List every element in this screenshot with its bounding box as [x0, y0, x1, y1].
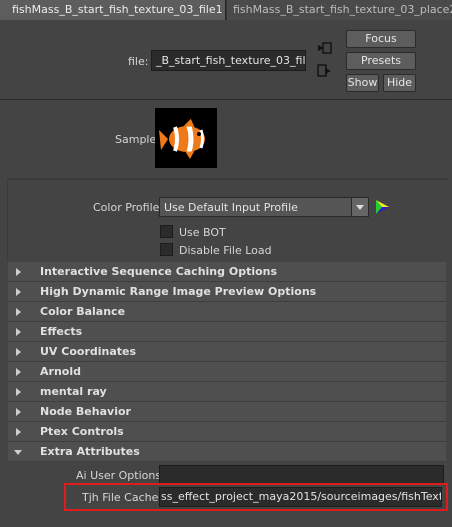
- file-label: file:: [128, 55, 149, 68]
- expand-arrow-icon: [16, 388, 21, 396]
- clownfish-image: [159, 117, 205, 161]
- section-color-balance[interactable]: Color Balance: [8, 302, 446, 322]
- tab-label: fishMass_B_start_fish_texture_03_file1: [12, 3, 223, 16]
- disable-file-load-label: Disable File Load: [179, 244, 272, 257]
- chevron-down-icon: [356, 205, 364, 210]
- expand-arrow-icon: [16, 288, 21, 296]
- section-label: Extra Attributes: [40, 445, 140, 458]
- input-connection-icon[interactable]: [317, 42, 332, 54]
- collapse-arrow-icon: [14, 450, 22, 455]
- section-label: Effects: [40, 325, 83, 338]
- use-bot-label: Use BOT: [179, 226, 226, 239]
- section-ptex-controls[interactable]: Ptex Controls: [8, 422, 446, 442]
- section-extra-attributes[interactable]: Extra Attributes: [8, 442, 446, 462]
- ai-user-options-field[interactable]: [159, 465, 444, 484]
- section-uv-coordinates[interactable]: UV Coordinates: [8, 342, 446, 362]
- tjh-file-cache-label: Tjh File Cache: [82, 491, 159, 504]
- section-arnold[interactable]: Arnold: [8, 362, 446, 382]
- expand-arrow-icon: [16, 428, 21, 436]
- section-mental-ray[interactable]: mental ray: [8, 382, 446, 402]
- section-node-behavior[interactable]: Node Behavior: [8, 402, 446, 422]
- ai-user-options-label: Ai User Options: [76, 469, 162, 482]
- expand-arrow-icon: [16, 368, 21, 376]
- section-interactive-sequence-caching[interactable]: Interactive Sequence Caching Options: [8, 262, 446, 282]
- color-profile-value: Use Default Input Profile: [164, 201, 298, 214]
- expand-arrow-icon: [16, 268, 21, 276]
- section-label: Ptex Controls: [40, 425, 124, 438]
- color-wheel-icon[interactable]: [373, 198, 391, 216]
- tab-place2d-node[interactable]: fishMass_B_start_fish_texture_03_place2d: [227, 0, 452, 20]
- sample-label: Sample: [115, 133, 157, 146]
- focus-button[interactable]: Focus: [346, 30, 416, 48]
- output-connection-icon[interactable]: [317, 64, 332, 78]
- tab-bar: fishMass_B_start_fish_texture_03_file1 f…: [0, 0, 452, 20]
- file-name-field[interactable]: _B_start_fish_texture_03_file1: [151, 50, 306, 71]
- section-label: Arnold: [40, 365, 81, 378]
- color-profile-dropdown[interactable]: Use Default Input Profile: [159, 197, 369, 217]
- section-hdr-preview[interactable]: High Dynamic Range Image Preview Options: [8, 282, 446, 302]
- expand-arrow-icon: [16, 308, 21, 316]
- hide-button[interactable]: Hide: [383, 74, 416, 92]
- section-effects[interactable]: Effects: [8, 322, 446, 342]
- dropdown-button[interactable]: [351, 198, 368, 216]
- tab-file-node[interactable]: fishMass_B_start_fish_texture_03_file1: [0, 0, 226, 20]
- section-label: High Dynamic Range Image Preview Options: [40, 285, 317, 298]
- expand-arrow-icon: [16, 348, 21, 356]
- section-label: UV Coordinates: [40, 345, 137, 358]
- section-label: Interactive Sequence Caching Options: [40, 265, 278, 278]
- use-bot-checkbox[interactable]: [160, 225, 173, 238]
- section-label: Color Balance: [40, 305, 126, 318]
- expand-arrow-icon: [16, 328, 21, 336]
- color-panel-divider: [7, 178, 447, 180]
- tab-label: fishMass_B_start_fish_texture_03_place2d: [233, 3, 452, 16]
- presets-button[interactable]: Presets: [346, 52, 416, 70]
- section-label: Node Behavior: [40, 405, 131, 418]
- color-profile-label: Color Profile: [93, 201, 160, 214]
- tjh-file-cache-field[interactable]: ss_effect_project_maya2015/sourceimages/…: [159, 487, 442, 507]
- disable-file-load-checkbox[interactable]: [160, 243, 173, 256]
- header-divider: [0, 99, 452, 100]
- show-button[interactable]: Show: [346, 74, 379, 92]
- expand-arrow-icon: [16, 408, 21, 416]
- sample-swatch[interactable]: [155, 108, 217, 168]
- section-label: mental ray: [40, 385, 107, 398]
